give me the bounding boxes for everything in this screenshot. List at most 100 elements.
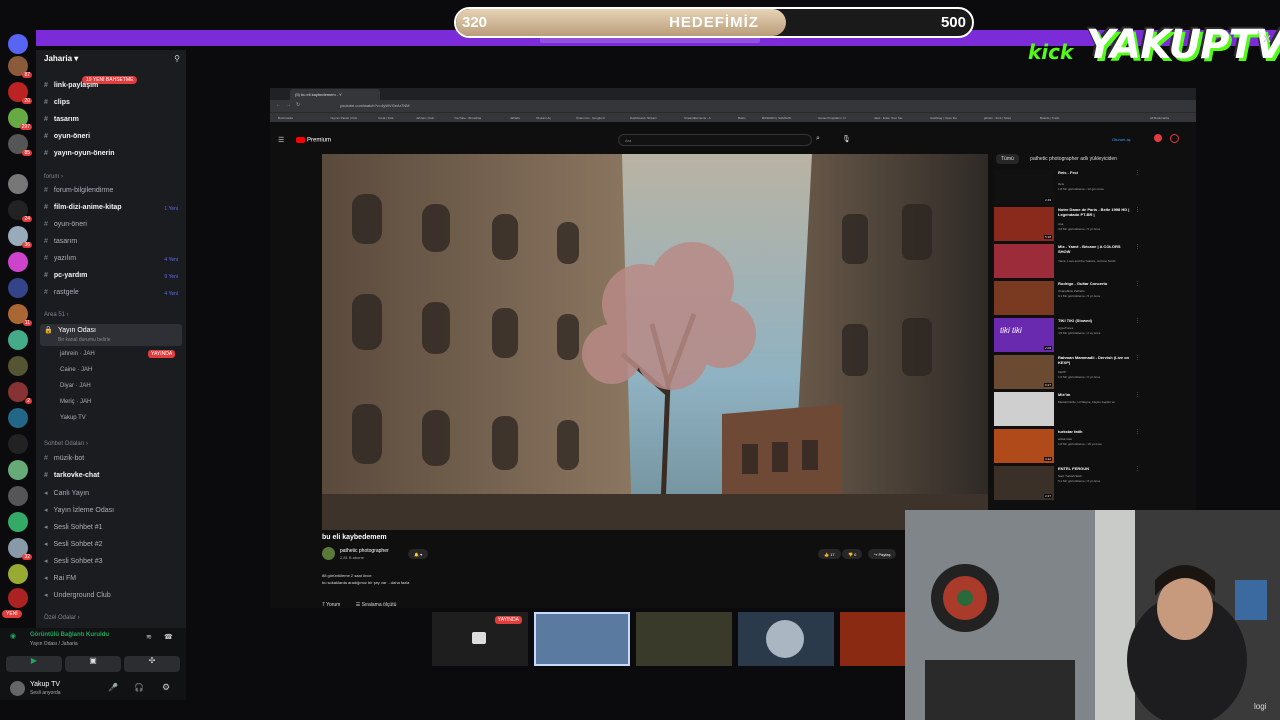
video-player[interactable] — [322, 154, 988, 530]
search-icon[interactable]: ⌕ — [816, 135, 820, 143]
voice-channel[interactable]: ◂ Underground Club — [44, 591, 111, 599]
sign-in-button[interactable]: Oturum aç — [1112, 137, 1131, 142]
category-forum[interactable]: forum › — [44, 174, 63, 180]
server-icon[interactable] — [8, 278, 28, 298]
voice-channel[interactable]: ◂ Sesli Sohbet #2 — [44, 540, 103, 548]
microphone-icon[interactable]: 🎙 — [842, 135, 851, 143]
more-icon[interactable]: ⋮ — [1135, 466, 1140, 472]
more-icon[interactable]: ⋮ — [1135, 429, 1140, 435]
bookmark[interactable]: Creat | Kick — [378, 116, 393, 120]
recommendation-item[interactable]: tiki tiki 2:03 TIKI TIKI (Slowed) HypeTun… — [994, 318, 1140, 352]
microphone-icon[interactable]: 🎤 — [108, 683, 118, 692]
more-icon[interactable]: ⋮ — [1135, 355, 1140, 361]
server-icon[interactable]: 20 — [8, 82, 32, 104]
server-name[interactable]: Jaharia ▾ — [44, 54, 78, 63]
back-icon[interactable]: ← — [276, 102, 281, 108]
more-icon[interactable]: ⋮ — [1135, 244, 1140, 250]
screen-share-button[interactable]: ▣ — [65, 656, 121, 672]
bookmark[interactable]: Boards | Trello — [1040, 116, 1059, 120]
like-button[interactable]: 👍 17 — [818, 549, 841, 559]
bookmark[interactable]: Önlem'sm - Google D — [576, 116, 605, 120]
server-icon[interactable] — [8, 588, 28, 608]
server-icon[interactable]: 297 — [8, 108, 32, 130]
bookmark[interactable]: Jaac - Enter Your Sto — [874, 116, 902, 120]
voice-channel[interactable]: ◂ Rai FM — [44, 574, 76, 582]
bookmark[interactable]: Jahrein | Kick — [416, 116, 434, 120]
voice-channel-active[interactable]: 🔒 Yayın Odası Bir kanal durumu belirle — [40, 324, 182, 346]
server-icon[interactable] — [8, 408, 28, 428]
bookmark[interactable]: Günsel Koşulların: N — [818, 116, 846, 120]
channel-oyun-oneri-forum[interactable]: # oyun-öneri — [44, 221, 87, 228]
channel-tasarim-forum[interactable]: # tasarım — [44, 238, 77, 245]
voice-channel[interactable]: ◂ Sesli Sohbet #3 — [44, 557, 103, 565]
channel-forum-bilgilendirme[interactable]: # forum-bilgilendirme — [44, 187, 113, 194]
recommendation-item[interactable]: Rodrigo - Guitar Concerto Ovanablinu Zel… — [994, 281, 1140, 315]
add-member-icon[interactable]: ⚲ — [174, 54, 180, 63]
server-icon[interactable]: 24 — [8, 200, 32, 222]
bookmark[interactable]: jahrein - Kick | Strea — [984, 116, 1011, 120]
camera-button[interactable]: ▶ — [6, 656, 62, 672]
server-icon[interactable] — [8, 512, 28, 532]
bookmark[interactable]: Jahada — [510, 116, 520, 120]
channel-tasarim[interactable]: # tasarım — [44, 116, 79, 123]
notification-icon[interactable] — [1154, 134, 1162, 142]
server-icon[interactable]: 85 — [8, 134, 32, 156]
server-icon[interactable] — [8, 252, 28, 272]
menu-icon[interactable]: ☰ — [278, 136, 284, 144]
bookmark[interactable]: Okuram Aç — [536, 116, 551, 120]
voice-user[interactable]: Caine · JAH — [60, 367, 92, 373]
bookmark[interactable]: YouTube - Broadcas — [454, 116, 481, 120]
recommendation-item[interactable]: Mix'im Mestarimizde, Lil Wayne, Hayko Ce… — [994, 392, 1140, 426]
channel-pc-yardim[interactable]: # pc-yardım — [44, 272, 87, 279]
voice-channel[interactable]: ◂ Sesli Sohbet #1 — [44, 523, 103, 531]
recommendation-item[interactable]: 2:49 Reis - Feci Reis 1,8 Mn görüntüleme … — [994, 170, 1140, 204]
server-icon[interactable]: 11 — [8, 304, 32, 326]
channel-rastgele[interactable]: # rastgele — [44, 289, 79, 296]
channel-yayin-oyun-onerin[interactable]: # yayın-oyun-önerin — [44, 150, 115, 157]
stream-preview[interactable] — [840, 612, 910, 666]
reload-icon[interactable]: ↻ — [296, 102, 300, 108]
activities-button[interactable]: ✣ — [124, 656, 180, 672]
description-box[interactable]: 88 görüntüleme 2 saat önce bu sokaklarda… — [322, 572, 409, 586]
more-icon[interactable]: ⋮ — [1135, 207, 1140, 213]
channel-avatar[interactable] — [322, 547, 335, 560]
recommendation-item[interactable]: 4:12 turkstar fatih ardek batu 1,8 Mn gör… — [994, 429, 1140, 463]
voice-user[interactable]: jahrein · JAH — [60, 351, 95, 357]
voice-channel[interactable]: ◂ Canlı Yayın — [44, 489, 89, 497]
channel-tarkovke-chat[interactable]: # tarkovke-chat — [44, 472, 99, 479]
server-icon[interactable] — [8, 434, 28, 454]
channel-name[interactable]: pathetic photographer — [340, 548, 389, 554]
category-ozel-odalar[interactable]: Özel Odalar › — [44, 615, 80, 621]
recommendation-item[interactable]: Mix - Yamê - Bécane | A COLORS SHOW Yamê… — [994, 244, 1140, 278]
voice-channel[interactable]: ◂ Yayın İzleme Odası — [44, 506, 114, 514]
voice-user[interactable]: Yakup TV — [60, 415, 86, 421]
forward-icon[interactable]: → — [286, 102, 291, 108]
server-icon[interactable] — [8, 486, 28, 506]
server-icon[interactable]: 2 — [8, 382, 32, 404]
chip-all[interactable]: Tümü — [996, 154, 1019, 164]
noise-icon[interactable]: ≋ — [146, 633, 152, 641]
channel-oyun-oneri[interactable]: # oyun-öneri — [44, 133, 90, 140]
bookmark[interactable]: Botrix — [738, 116, 746, 120]
channel-muzik-bot[interactable]: # müzik-bot — [44, 455, 84, 462]
bookmark[interactable]: Dashboard / Stream — [630, 116, 657, 120]
recommendation-item[interactable]: 2:27 ENTEL FERGUN Sarp Turkish Web 5,1 Mn… — [994, 466, 1140, 500]
channel-link-paylasim[interactable]: # link-paylaşım — [44, 82, 98, 89]
bookmark[interactable]: CastSlug | Open the — [930, 116, 957, 120]
bookmark[interactable]: All Bookmarks — [1150, 116, 1169, 120]
avatar[interactable] — [10, 681, 25, 696]
server-icon[interactable] — [8, 564, 28, 584]
notification-bell-button[interactable]: 🔔 ▾ — [408, 549, 429, 559]
browser-tab[interactable]: (5) bu eli kaybedemem - Y — [290, 89, 380, 100]
bookmark[interactable]: Yayıncı Paneli | Kick — [330, 116, 357, 120]
connection-channel[interactable]: Yayın Odası / Jaharia — [30, 641, 78, 647]
stream-preview[interactable] — [636, 612, 732, 666]
close-icon[interactable]: ✕ — [1262, 32, 1272, 46]
discord-home-icon[interactable] — [8, 34, 28, 54]
server-icon[interactable] — [8, 460, 28, 480]
server-icon[interactable]: 87 — [8, 56, 32, 78]
stream-preview-active[interactable] — [534, 612, 630, 666]
youtube-logo[interactable]: Premium — [296, 137, 331, 144]
sort-button[interactable]: ☰ Sıralama ölçütü — [356, 602, 397, 608]
gear-icon[interactable]: ⚙ — [162, 682, 170, 693]
